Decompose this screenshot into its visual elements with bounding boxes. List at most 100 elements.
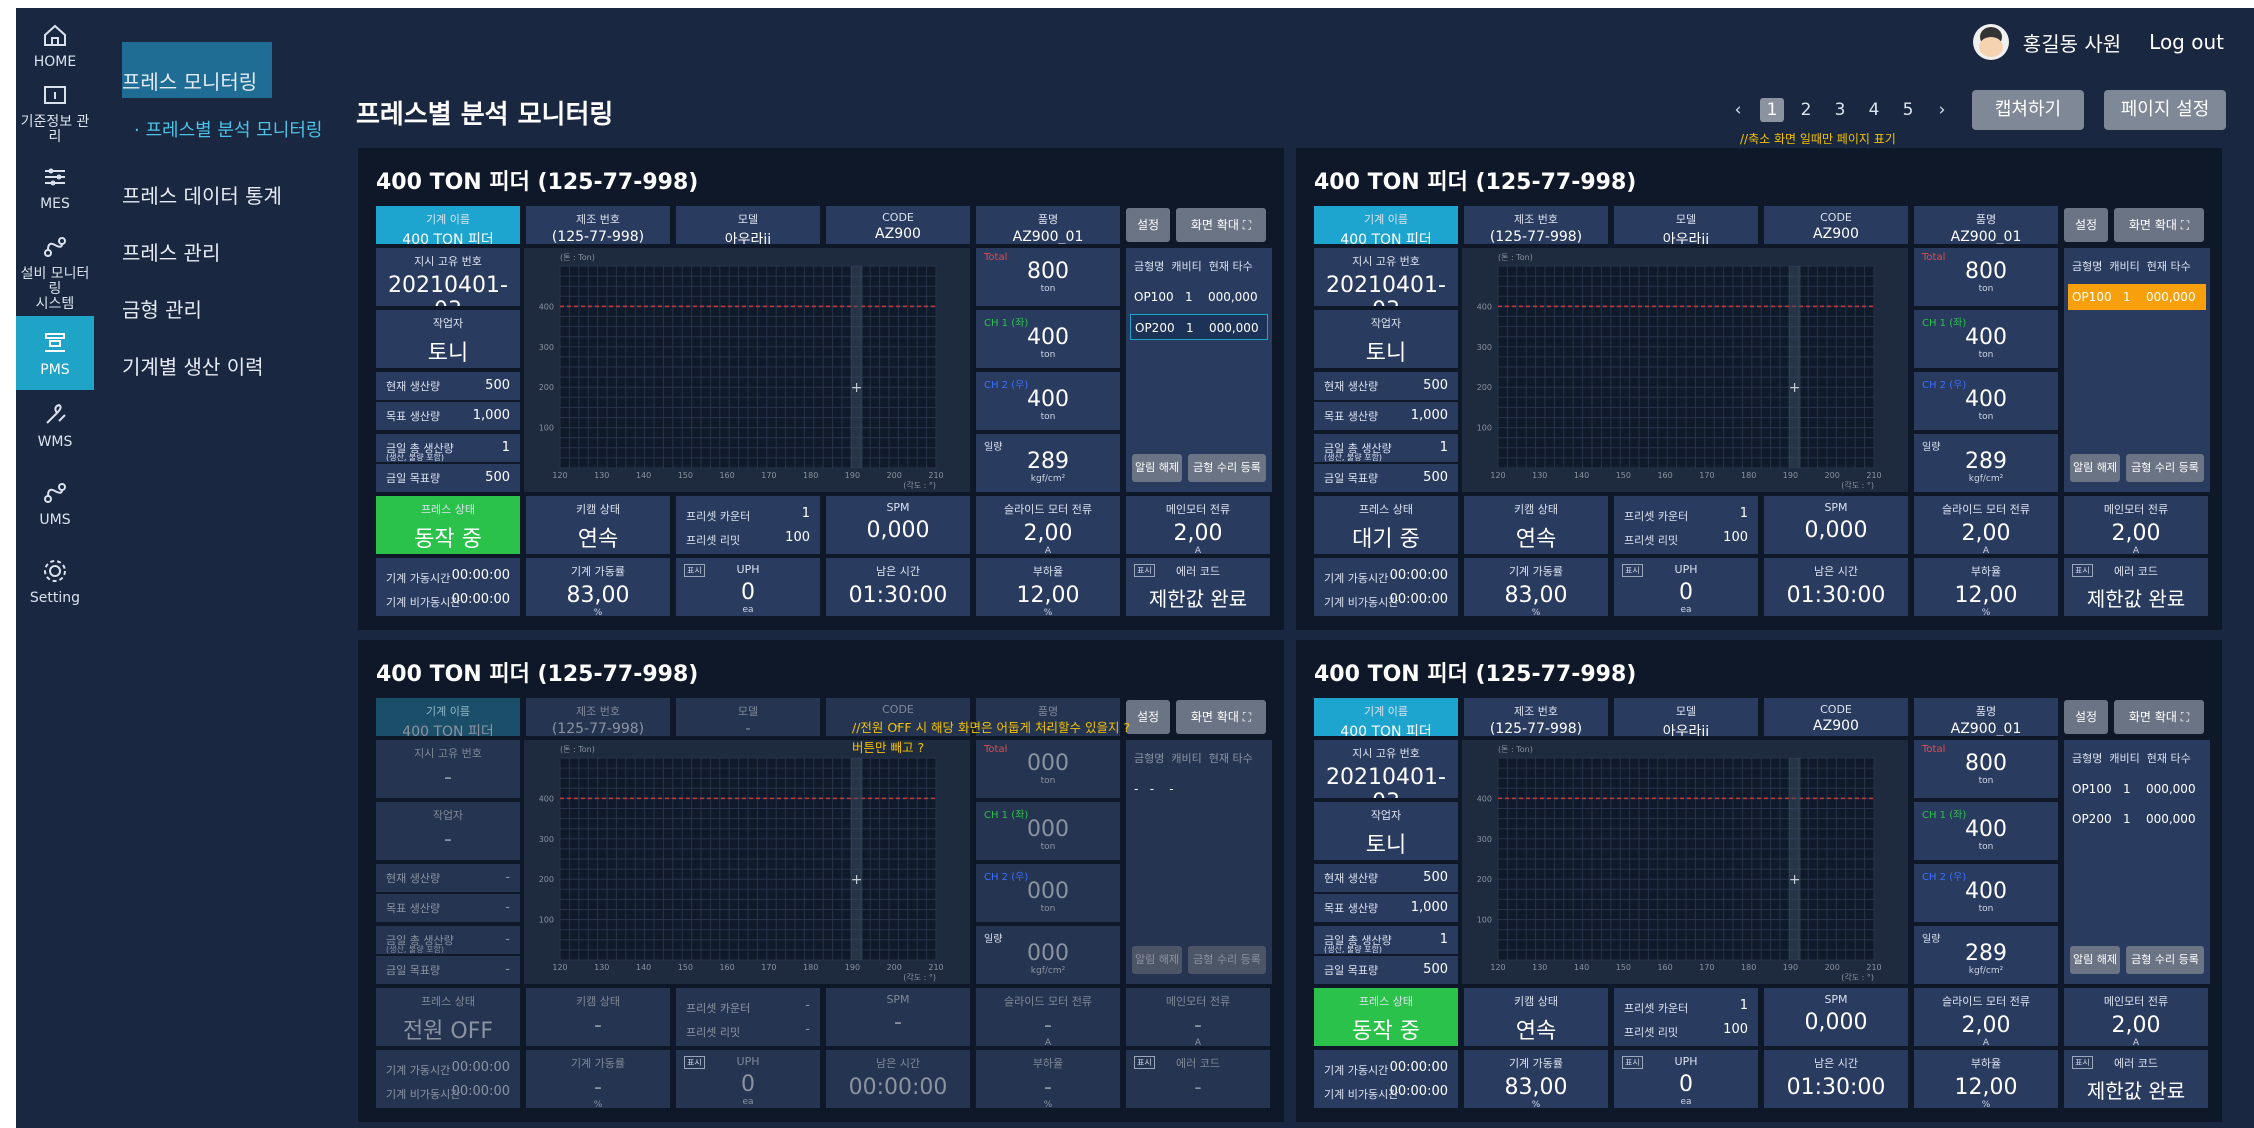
cell-value: AZ900 — [1813, 226, 1859, 242]
nav-item-2[interactable]: MES — [16, 150, 94, 224]
row-sublabel: (생산, 불량 포함) — [386, 453, 445, 462]
settings-button[interactable]: 설정 — [2064, 208, 2108, 242]
row-value: 00:00:00 — [1389, 1060, 1448, 1075]
row-value: 1 — [801, 506, 810, 521]
nav-item-7[interactable]: Setting — [16, 544, 94, 618]
node-link-icon — [44, 482, 66, 503]
cell-unit: % — [1043, 608, 1053, 616]
press-card: 400 TON 피더 (125-77-998) 기계 이름 400 TON 피더 제조… — [358, 148, 1284, 630]
row-value: 500 — [485, 470, 510, 485]
nav-item-0[interactable]: HOME — [16, 8, 94, 82]
expand-button[interactable]: 화면 확대 ⛶ — [1176, 700, 1266, 734]
keycam-cell: 키캠 상태 연속 — [1464, 988, 1608, 1046]
nav-item-5[interactable]: WMS — [16, 388, 94, 462]
page-4[interactable]: 4 — [1862, 98, 1886, 122]
logout-link[interactable]: Log out — [2149, 30, 2224, 54]
settings-button[interactable]: 설정 — [2064, 700, 2108, 734]
cell-value: 400 TON 피더 — [402, 724, 494, 736]
expand-button[interactable]: 화면 확대 ⛶ — [1176, 208, 1266, 242]
alarm-clear-button[interactable]: 알림 해제 — [2070, 946, 2120, 974]
cell-label: 지시 고유 번호 — [1352, 747, 1420, 760]
cell-value: 400 TON 피더 — [402, 232, 494, 244]
cell-label: 지시 고유 번호 — [1352, 255, 1420, 268]
error-code-cell: 표시 에러 코드 - — [1126, 1050, 1270, 1108]
cell-label: 품명 — [1037, 705, 1059, 718]
nav-item-3[interactable]: 설비 모니터링 시스템 — [16, 230, 94, 314]
slide-motor-cell: 슬라이드 모터 전류 2,00 A — [1914, 496, 2058, 554]
uph-cell: 표시 UPH 0 ea — [676, 558, 820, 616]
cell-label: 슬라이드 모터 전류 — [1942, 995, 2030, 1008]
cell-value: 연속 — [1515, 527, 1557, 552]
alarm-clear-button[interactable]: 알림 해제 — [2070, 454, 2120, 482]
mold-row[interactable]: OP200 1 000,000 — [2068, 806, 2206, 832]
cell-label: 작업자 — [1370, 809, 1402, 822]
keycam-cell: 키캠 상태 연속 — [1464, 496, 1608, 554]
mold-row[interactable]: OP100 1 000,000 — [2068, 284, 2206, 310]
cell-value: 0,000 — [1804, 1010, 1868, 1035]
node-link-icon — [44, 236, 66, 257]
mold-row[interactable]: OP100 1 000,000 — [1130, 284, 1268, 310]
run-time-cell: 기계 가동시간 00:00:00 기계 비가동시간 00:00:00 — [1314, 558, 1458, 616]
mold-col-name: 금형명 — [2072, 260, 2103, 273]
cell-value: - — [1194, 1075, 1202, 1099]
y-tick-label: 400 — [539, 794, 554, 803]
mold-repair-button[interactable]: 금형 수리 등록 — [2126, 454, 2204, 482]
cell-value: 아우라ii — [1662, 232, 1710, 244]
cell-label: SPM — [1824, 993, 1848, 1006]
page-settings-button[interactable]: 페이지 설정 — [2104, 90, 2226, 130]
mold-col-name: 금형명 — [1134, 752, 1165, 765]
prev-page-icon[interactable]: ‹ — [1726, 98, 1750, 122]
menu-sub-press-analysis[interactable]: · 프레스별 분석 모니터링 — [134, 116, 323, 142]
force-chart-svg: +400 300 200 100 120 130 140 150 160 170 180 190 200… — [539, 253, 944, 490]
nav-item-1[interactable]: 기준정보 관리 — [16, 76, 94, 150]
today-total-row: 금일 총 생산량 (생산, 불량 포함) - — [376, 926, 520, 954]
page-2[interactable]: 2 — [1794, 98, 1818, 122]
row-value: - — [505, 932, 510, 947]
user-name: 홍길동 사원 — [2022, 31, 2122, 56]
y-tick-label: 400 — [1477, 302, 1492, 311]
alarm-clear-button[interactable]: 알림 해제 — [1132, 454, 1182, 482]
cell-unit: A — [1982, 1038, 1990, 1046]
mold-hits: 000,000 — [2145, 812, 2196, 826]
menu-item-press-stats[interactable]: 프레스 데이터 통계 — [122, 180, 282, 209]
mold-col-hits: 현재 타수 — [1208, 752, 1253, 765]
cell-value: (125-77-998) — [1489, 721, 1583, 736]
expand-button[interactable]: 화면 확대 ⛶ — [2114, 700, 2204, 734]
menu-item-mold-manage[interactable]: 금형 관리 — [122, 294, 202, 323]
row-value: 100 — [785, 530, 810, 545]
row-label: 프리셋 리밋 — [686, 1026, 741, 1039]
mold-repair-button[interactable]: 금형 수리 등록 — [1188, 454, 1266, 482]
x-axis-label: (각도 : °) — [1841, 480, 1874, 490]
mold-repair-button[interactable]: 금형 수리 등록 — [2126, 946, 2204, 974]
mold-hits: 000,000 — [1207, 290, 1258, 304]
row-label: 목표 생산량 — [1324, 902, 1379, 915]
settings-button[interactable]: 설정 — [1126, 208, 1170, 242]
press-card: 400 TON 피더 (125-77-998) 기계 이름 400 TON 피더 제조… — [358, 640, 1284, 1122]
row-label: 현재 생산량 — [386, 380, 441, 393]
settings-button[interactable]: 설정 — [1126, 700, 1170, 734]
page-5[interactable]: 5 — [1896, 98, 1920, 122]
x-tick-label: 130 — [1532, 963, 1547, 972]
cell-value: 01:30:00 — [1786, 583, 1886, 608]
menu-item-press-manage[interactable]: 프레스 관리 — [122, 237, 220, 266]
cell-value: AZ900_01 — [1950, 229, 2022, 244]
alarm-clear-button[interactable]: 알림 해제 — [1132, 946, 1182, 974]
nav-item-4[interactable]: PMS — [16, 316, 94, 390]
mold-row[interactable]: - - - — [1130, 776, 1268, 802]
page-3[interactable]: 3 — [1828, 98, 1852, 122]
nav-item-6[interactable]: UMS — [16, 466, 94, 540]
menu-item-press-monitoring[interactable]: 프레스 모니터링 — [122, 42, 272, 98]
keycam-cell: 키캠 상태 - — [526, 988, 670, 1046]
next-page-icon[interactable]: › — [1930, 98, 1954, 122]
mold-repair-button[interactable]: 금형 수리 등록 — [1188, 946, 1266, 974]
nav-label: 설비 모니터링 시스템 — [20, 265, 90, 312]
menu-item-machine-history[interactable]: 기계별 생산 이력 — [122, 351, 264, 380]
x-tick-label: 160 — [1657, 471, 1672, 480]
capture-button[interactable]: 캡쳐하기 — [1972, 90, 2084, 130]
cell-value: 2,00 — [2111, 521, 2161, 546]
row-label: 금일 목표량 — [1324, 472, 1379, 485]
mold-row[interactable]: OP100 1 000,000 — [2068, 776, 2206, 802]
mold-row[interactable]: OP200 1 000,000 — [1130, 314, 1268, 340]
expand-button[interactable]: 화면 확대 ⛶ — [2114, 208, 2204, 242]
page-1[interactable]: 1 — [1760, 98, 1784, 122]
